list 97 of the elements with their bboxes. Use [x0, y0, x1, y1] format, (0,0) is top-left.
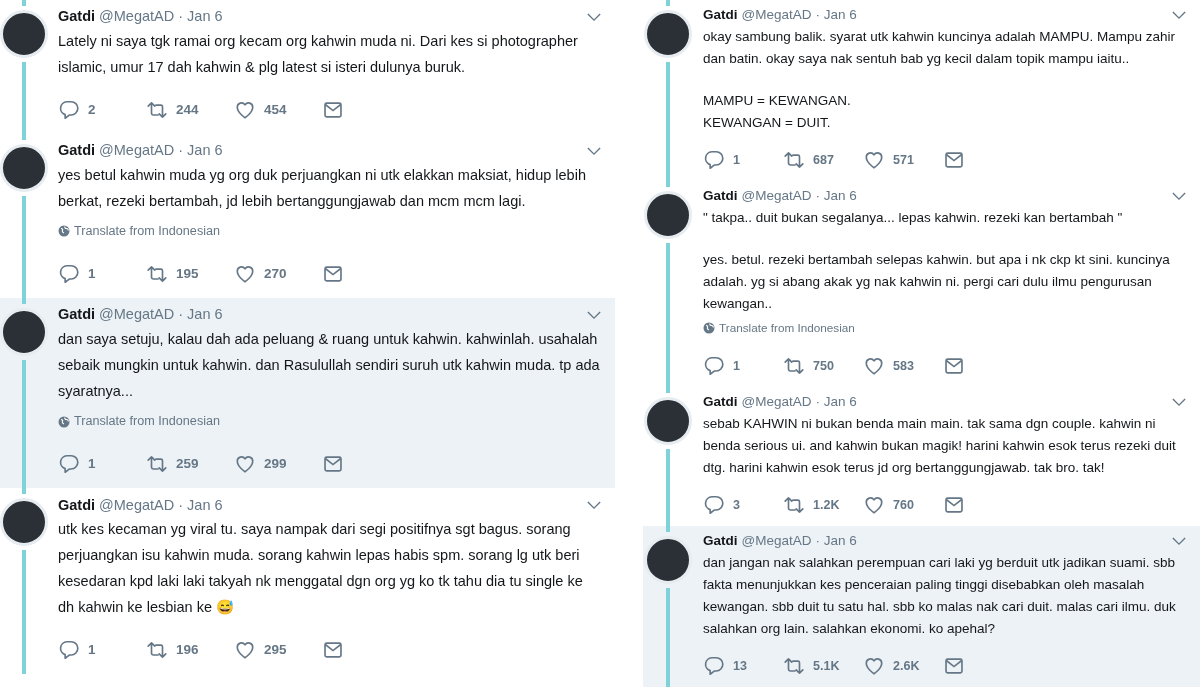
chevron-down-icon[interactable] — [587, 500, 601, 510]
reply-count: 13 — [733, 657, 747, 675]
user-name[interactable]: Gatdi — [703, 530, 738, 552]
reply-icon[interactable] — [58, 639, 80, 662]
retweet-count: 5.1K — [813, 657, 840, 675]
chevron-down-icon[interactable] — [1172, 191, 1186, 201]
user-handle[interactable]: @MegatAD — [741, 530, 812, 552]
chevron-down-icon[interactable] — [1172, 536, 1186, 546]
heart-icon[interactable] — [863, 149, 885, 171]
retweet-count: 196 — [176, 641, 199, 660]
tweet-text: dan saya setuju, kalau dah ada peluang & ruang untuk kahwin. kahwinlah. usahalah sebaik mungkin untuk kahwin. dan Rasulullah sendiri suruh utk kahwin muda. tp ada syaratnya... — [58, 330, 601, 402]
tweet-text: yes betul kahwin muda yg org duk perjuangkan ni utk elakkan maksiat, hidup lebih berkat, rezeki bertambah, jd lebih bertanggungjawab dan mcm mcm lagi. — [58, 166, 587, 211]
reply-count: 1 — [733, 357, 740, 375]
reply-icon[interactable] — [703, 655, 725, 678]
user-name[interactable]: Gatdi — [703, 4, 738, 26]
tweet-date[interactable]: · Jan 6 — [815, 391, 857, 413]
avatar[interactable] — [644, 536, 692, 585]
tweet-date[interactable]: · Jan 6 — [178, 494, 223, 517]
translate-link[interactable]: Translate from Indonesian — [58, 222, 221, 241]
avatar[interactable] — [644, 10, 692, 58]
tweet-date[interactable]: · Jan 6 — [178, 140, 223, 162]
like-count: 2.6K — [893, 657, 920, 675]
user-handle[interactable]: @MegatAD — [741, 4, 812, 26]
tweet-date[interactable]: · Jan 6 — [815, 530, 857, 552]
tweet-date[interactable]: · Jan 6 — [178, 6, 223, 28]
tweet-text: Lately ni saya tgk ramai org kecam org kahwin muda ni. Dari kes si photographer islamic, umur 17 dah kahwin & plg latest si isteri dulunya buruk. — [58, 32, 579, 77]
avatar[interactable] — [644, 397, 692, 446]
translate-link[interactable]: Translate from Indonesian — [703, 319, 855, 337]
user-handle[interactable]: @MegatAD — [99, 304, 175, 327]
tweet-text: yes. betul. rezeki bertambah selepas kahwin. but apa i nk ckp kt sini. kuncinya adalah. yg si abang akak yg nak kahwin ni. pergi cari dulu ilmu pengurusan kewangan.. — [703, 251, 1171, 313]
like-count: 760 — [893, 496, 914, 514]
tweet-date[interactable]: · Jan 6 — [178, 304, 223, 327]
tweet-text: MAMPU = KEWANGAN. KEWANGAN = DUIT. — [703, 92, 852, 132]
user-handle[interactable]: @MegatAD — [741, 185, 812, 207]
reply-count: 1 — [88, 455, 96, 474]
retweet-count: 244 — [176, 100, 199, 119]
user-name[interactable]: Gatdi — [58, 6, 96, 28]
tweet-date[interactable]: · Jan 6 — [815, 185, 857, 207]
reply-count: 1 — [88, 265, 96, 284]
like-count: 571 — [893, 151, 914, 169]
avatar[interactable] — [0, 498, 48, 547]
retweet-count: 195 — [176, 265, 199, 284]
globe-icon — [703, 321, 715, 334]
chevron-down-icon[interactable] — [587, 12, 601, 22]
user-handle[interactable]: @MegatAD — [99, 140, 175, 162]
heart-icon[interactable] — [234, 99, 256, 121]
tweet-row[interactable]: Gatdi @MegatAD · Jan 6 Lately ni saya tgk ramai org kecam org kahwin muda ni. Dari kes si photographer islamic, umur 17 dah kahwin & plg latest si isteri dulunya buruk. 2 244 454 — [0, 0, 615, 134]
tweet-date[interactable]: · Jan 6 — [815, 4, 857, 26]
reply-icon[interactable] — [703, 149, 725, 171]
retweet-count: 259 — [176, 455, 199, 474]
mail-icon[interactable] — [322, 99, 344, 121]
reply-icon[interactable] — [703, 355, 725, 378]
tweet-text: dan jangan nak salahkan perempuan cari laki yg berduit utk jadikan suami. sbb fakta menunjukkan kes penceraian paling tinggi disebabkan oleh masalah kewangan. sbb duit tu satu hal. sbb ko malas nak cari duit. malas cari ilmu. duk salahkan org lain. salahkan ekonomi. ko apehal? — [703, 554, 1177, 639]
mail-icon[interactable] — [943, 149, 965, 171]
reply-icon[interactable] — [58, 263, 80, 286]
retweet-count: 687 — [813, 151, 834, 169]
tweet-text: utk kes kecaman yg viral tu. saya nampak dari segi positifnya sgt bagus. sorang perjuangkan isu kahwin muda. sorang kahwin lepas habis spm. sorang lg utk beri kesedaran kpd laki laki takyah nk menggatal dgn org yg ko tk tahu dia tu single ke dh kahwin ke lesbian ke 😅 — [58, 520, 584, 618]
retweet-icon[interactable] — [146, 99, 168, 121]
reply-icon[interactable] — [58, 453, 80, 476]
user-name[interactable]: Gatdi — [58, 494, 96, 517]
chevron-down-icon[interactable] — [1172, 397, 1186, 407]
tweet-row[interactable] — [0, 298, 615, 489]
globe-icon — [58, 225, 70, 238]
reply-count: 1 — [88, 641, 96, 660]
avatar[interactable] — [0, 308, 48, 357]
retweet-count: 750 — [813, 357, 834, 375]
globe-icon — [58, 415, 70, 428]
chevron-down-icon[interactable] — [587, 310, 601, 320]
reply-icon[interactable] — [58, 99, 80, 121]
tweet-text: sebab KAHWIN ni bukan benda main main. tak sama dgn couple. kahwin ni benda serious ui. and kahwin bukan magik! harini kahwin esok terus rezeki duit dtg. harini kahwin esok terus jd org bertanggungjawab. tak bro. tak! — [703, 415, 1177, 478]
tweet-row[interactable] — [643, 526, 1200, 688]
user-name[interactable]: Gatdi — [703, 185, 738, 207]
like-count: 299 — [264, 455, 287, 474]
reply-count: 3 — [733, 496, 740, 514]
translate-link[interactable]: Translate from Indonesian — [58, 412, 221, 432]
user-name[interactable]: Gatdi — [58, 140, 96, 162]
like-count: 583 — [893, 357, 914, 375]
chevron-down-icon[interactable] — [587, 146, 601, 156]
avatar[interactable] — [0, 144, 48, 192]
avatar[interactable] — [0, 10, 48, 58]
reply-count: 1 — [733, 151, 740, 169]
user-handle[interactable]: @MegatAD — [99, 6, 175, 28]
avatar[interactable] — [644, 191, 692, 239]
like-count: 270 — [264, 265, 287, 284]
user-name[interactable]: Gatdi — [58, 304, 96, 327]
retweet-count: 1.2K — [813, 496, 840, 514]
reply-count: 2 — [88, 100, 96, 119]
reply-icon[interactable] — [703, 494, 725, 517]
tweet-text: okay sambung balik. syarat utk kahwin kuncinya adalah MAMPU. Mampu zahir dan batin. okay saya nak sentuh bab yg kecil dalam topik mampu iaitu.. — [703, 28, 1176, 68]
retweet-icon[interactable] — [783, 149, 805, 171]
user-handle[interactable]: @MegatAD — [99, 494, 175, 517]
like-count: 454 — [264, 100, 287, 119]
user-name[interactable]: Gatdi — [703, 391, 738, 413]
like-count: 295 — [264, 641, 287, 660]
tweet-text: " takpa.. duit bukan segalanya... lepas kahwin. rezeki kan bertambah " — [703, 209, 1124, 227]
user-handle[interactable]: @MegatAD — [741, 391, 812, 413]
chevron-down-icon[interactable] — [1172, 10, 1186, 20]
